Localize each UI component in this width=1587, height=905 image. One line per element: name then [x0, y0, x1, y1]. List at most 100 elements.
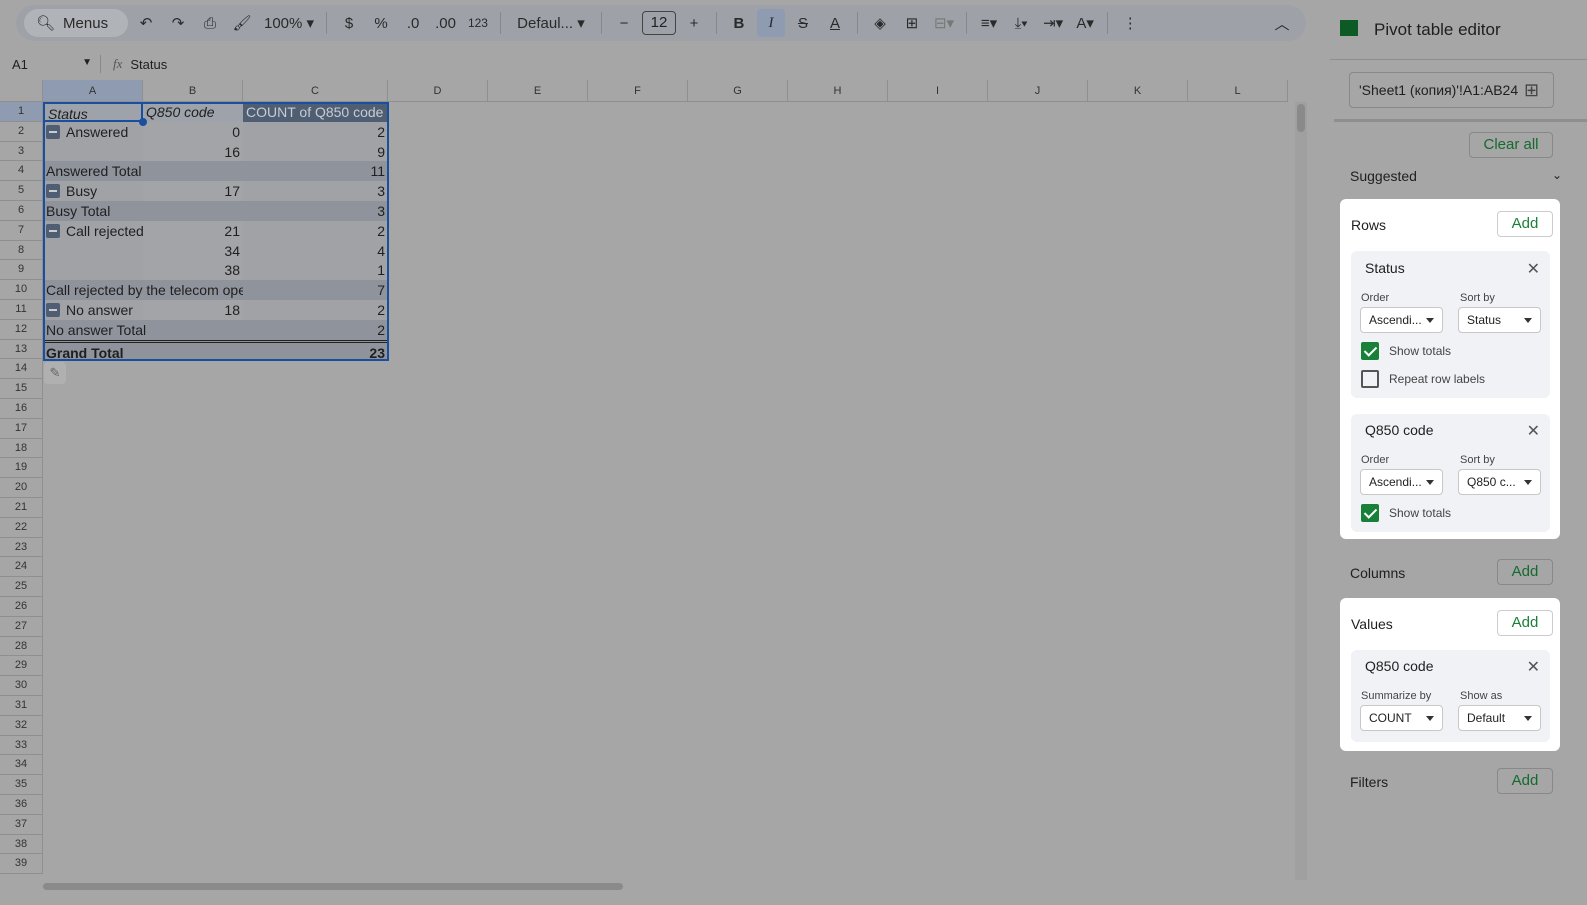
- collapse-group-icon[interactable]: [46, 184, 60, 199]
- italic-button[interactable]: I: [756, 9, 785, 37]
- strikethrough-button[interactable]: S: [789, 9, 817, 37]
- column-header-c[interactable]: C: [243, 80, 388, 102]
- row-header[interactable]: 3: [0, 141, 43, 162]
- column-header-e[interactable]: E: [488, 80, 588, 102]
- row-header[interactable]: 7: [0, 220, 43, 241]
- font-select[interactable]: Defaul... ▾: [509, 9, 593, 37]
- pivot-cell-count[interactable]: 3: [243, 181, 388, 201]
- order-dropdown[interactable]: Ascendi...: [1360, 307, 1443, 333]
- show-as-dropdown[interactable]: Default: [1458, 705, 1541, 731]
- collapse-group-icon[interactable]: [46, 303, 60, 317]
- column-header-d[interactable]: D: [388, 80, 488, 102]
- show-totals-checkbox[interactable]: [1361, 504, 1379, 522]
- row-header[interactable]: 24: [0, 557, 43, 578]
- pivot-cell-q850[interactable]: 21: [143, 220, 243, 241]
- percent-button[interactable]: %: [367, 9, 395, 37]
- select-range-icon[interactable]: ⊞: [1524, 80, 1540, 101]
- row-header[interactable]: 19: [0, 458, 43, 479]
- suggested-header[interactable]: Suggested: [1350, 168, 1417, 184]
- undo-button[interactable]: ↶: [132, 9, 160, 37]
- row-header[interactable]: 23: [0, 537, 43, 558]
- collapse-toolbar-icon[interactable]: ︿: [1268, 9, 1296, 37]
- pivot-cell-count[interactable]: 3: [243, 201, 388, 221]
- pivot-header-status[interactable]: Status: [43, 102, 143, 122]
- row-header[interactable]: 31: [0, 696, 43, 716]
- borders-icon[interactable]: ⊞: [898, 9, 926, 37]
- row-header[interactable]: 30: [0, 676, 43, 696]
- pivot-cell-count[interactable]: 11: [243, 161, 388, 182]
- row-header[interactable]: 36: [0, 795, 43, 815]
- subtotal-label[interactable]: Answered Total: [43, 161, 243, 182]
- row-header[interactable]: 26: [0, 597, 43, 617]
- sort-by-dropdown[interactable]: Status: [1458, 307, 1541, 333]
- column-header-a[interactable]: A: [43, 80, 143, 102]
- decrease-font-size-button[interactable]: −: [610, 9, 638, 37]
- vertical-scrollbar[interactable]: [1295, 102, 1307, 880]
- column-header-h[interactable]: H: [788, 80, 888, 102]
- pivot-cell-count[interactable]: 1: [243, 260, 388, 281]
- corner-cell[interactable]: [0, 80, 43, 102]
- row-header[interactable]: 28: [0, 636, 43, 657]
- pivot-cell-status[interactable]: [43, 260, 143, 281]
- row-header[interactable]: 5: [0, 181, 43, 201]
- pivot-cell-q850[interactable]: 38: [143, 260, 243, 281]
- paint-format-button[interactable]: 🖌︎: [228, 9, 256, 37]
- add-row-button[interactable]: Add: [1497, 211, 1553, 237]
- more-icon[interactable]: ⋮: [1116, 9, 1144, 37]
- row-header[interactable]: 4: [0, 161, 43, 182]
- zoom-select[interactable]: 100% ▾: [260, 9, 318, 37]
- font-size-input[interactable]: 12: [641, 11, 676, 35]
- show-totals-checkbox[interactable]: [1361, 342, 1379, 360]
- order-dropdown[interactable]: Ascendi...: [1360, 469, 1443, 495]
- spreadsheet-grid[interactable]: A B C D E F G H I J K L 1 2 3 4 5 6 7 8 9 10 11 12 13 14 15 16 17 18 1…: [0, 80, 1295, 880]
- selection-handle[interactable]: [139, 117, 147, 126]
- row-header[interactable]: 32: [0, 715, 43, 736]
- chevron-down-icon[interactable]: ⌄: [1552, 168, 1562, 182]
- row-header[interactable]: 38: [0, 834, 43, 855]
- pivot-cell-status[interactable]: No answer: [43, 300, 143, 320]
- row-header[interactable]: 18: [0, 438, 43, 459]
- subtotal-label[interactable]: No answer Total: [43, 319, 243, 340]
- pivot-cell-count[interactable]: 23: [243, 339, 388, 360]
- column-header-l[interactable]: L: [1188, 80, 1288, 102]
- horizontal-scrollbar[interactable]: [43, 882, 1295, 892]
- pivot-cell-status[interactable]: [43, 141, 143, 162]
- pivot-cell-q850[interactable]: 17: [143, 181, 243, 201]
- close-icon[interactable]: ✕: [1527, 657, 1540, 677]
- row-header[interactable]: 12: [0, 319, 43, 340]
- row-header[interactable]: 15: [0, 379, 43, 399]
- pivot-cell-q850[interactable]: 0: [143, 121, 243, 142]
- row-header[interactable]: 8: [0, 240, 43, 261]
- bold-button[interactable]: B: [725, 9, 753, 37]
- formula-input[interactable]: Status: [130, 57, 167, 72]
- row-header[interactable]: 20: [0, 478, 43, 498]
- close-icon[interactable]: ✕: [1527, 259, 1540, 279]
- row-header[interactable]: 11: [0, 300, 43, 320]
- name-box[interactable]: A1 ▼: [0, 57, 100, 72]
- pivot-cell-status[interactable]: Answered: [43, 121, 143, 142]
- row-header[interactable]: 21: [0, 498, 43, 518]
- row-header[interactable]: 17: [0, 418, 43, 439]
- row-header[interactable]: 35: [0, 775, 43, 795]
- text-wrap-icon[interactable]: ⇥▾: [1039, 9, 1067, 37]
- increase-font-size-button[interactable]: +: [680, 9, 708, 37]
- row-header[interactable]: 22: [0, 517, 43, 538]
- row-header[interactable]: 34: [0, 755, 43, 776]
- decrease-decimal-button[interactable]: .0: [399, 9, 427, 37]
- pivot-cell-q850[interactable]: 18: [143, 300, 243, 320]
- row-header[interactable]: 2: [0, 121, 43, 142]
- pivot-cell-q850[interactable]: 16: [143, 141, 243, 162]
- column-header-f[interactable]: F: [588, 80, 688, 102]
- sort-by-dropdown[interactable]: Q850 c...: [1458, 469, 1541, 495]
- scrollbar-thumb[interactable]: [43, 883, 623, 890]
- row-header[interactable]: 37: [0, 814, 43, 835]
- pivot-cell-count[interactable]: 2: [243, 220, 388, 241]
- column-header-i[interactable]: I: [888, 80, 988, 102]
- more-formats-button[interactable]: 123: [464, 9, 492, 37]
- fill-color-icon[interactable]: ◈: [866, 9, 894, 37]
- pivot-cell-status[interactable]: [43, 240, 143, 261]
- row-header[interactable]: 39: [0, 854, 43, 875]
- add-value-button[interactable]: Add: [1497, 610, 1553, 636]
- scrollbar-thumb[interactable]: [1297, 104, 1305, 132]
- collapse-group-icon[interactable]: [46, 223, 60, 238]
